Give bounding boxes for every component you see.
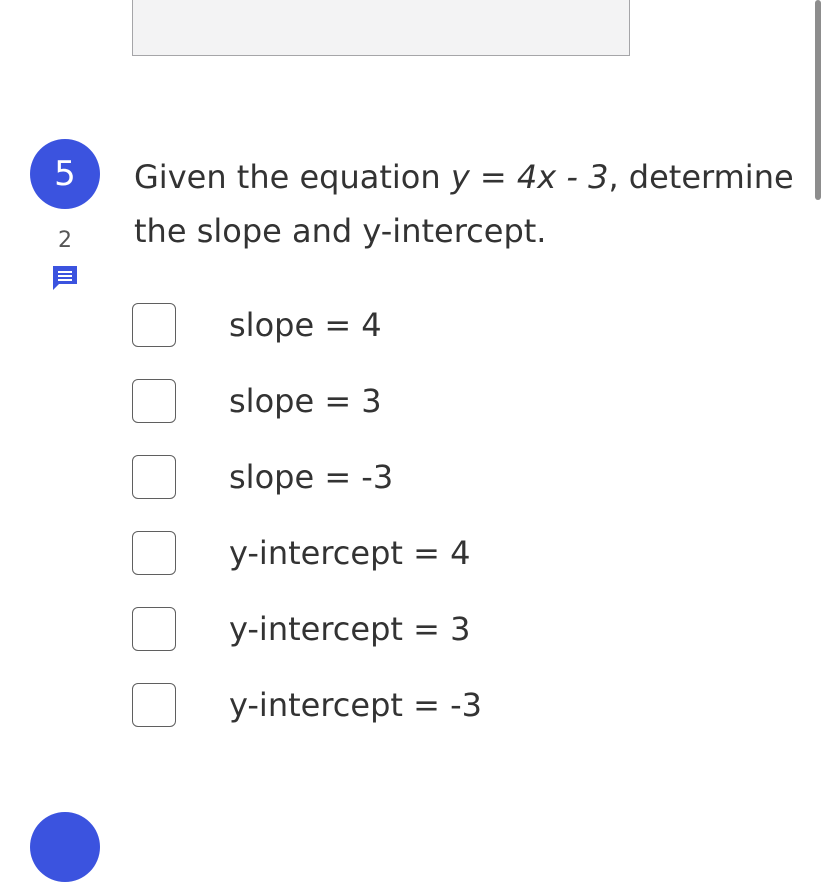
answer-label: slope = 4 — [229, 306, 382, 344]
answer-option[interactable]: slope = -3 — [132, 453, 552, 501]
comment-icon[interactable] — [51, 264, 79, 292]
answer-label: y-intercept = -3 — [229, 686, 482, 724]
question-text: Given the equation y = 4x - 3, determine… — [134, 150, 814, 258]
answer-option[interactable]: slope = 3 — [132, 377, 552, 425]
question-number: 5 — [54, 154, 76, 194]
question-text-before: Given the equation — [134, 158, 451, 196]
answer-checkbox[interactable] — [132, 303, 176, 347]
answer-checkbox[interactable] — [132, 683, 176, 727]
answer-option[interactable]: y-intercept = 4 — [132, 529, 552, 577]
scrollbar[interactable] — [815, 0, 821, 200]
answer-option[interactable]: slope = 4 — [132, 301, 552, 349]
answer-checkbox[interactable] — [132, 379, 176, 423]
answer-label: slope = 3 — [229, 382, 382, 420]
answer-label: y-intercept = 3 — [229, 610, 471, 648]
question-points: 2 — [58, 228, 72, 253]
answer-checkbox[interactable] — [132, 455, 176, 499]
next-question-number-badge — [30, 812, 100, 882]
previous-answer-box — [132, 0, 630, 56]
answer-checkbox[interactable] — [132, 531, 176, 575]
question-number-badge: 5 — [30, 139, 100, 209]
answer-label: y-intercept = 4 — [229, 534, 471, 572]
answer-option[interactable]: y-intercept = 3 — [132, 605, 552, 653]
answer-label: slope = -3 — [229, 458, 394, 496]
answer-checkbox[interactable] — [132, 607, 176, 651]
question-equation: y = 4x - 3 — [450, 158, 609, 196]
answer-option[interactable]: y-intercept = -3 — [132, 681, 552, 729]
